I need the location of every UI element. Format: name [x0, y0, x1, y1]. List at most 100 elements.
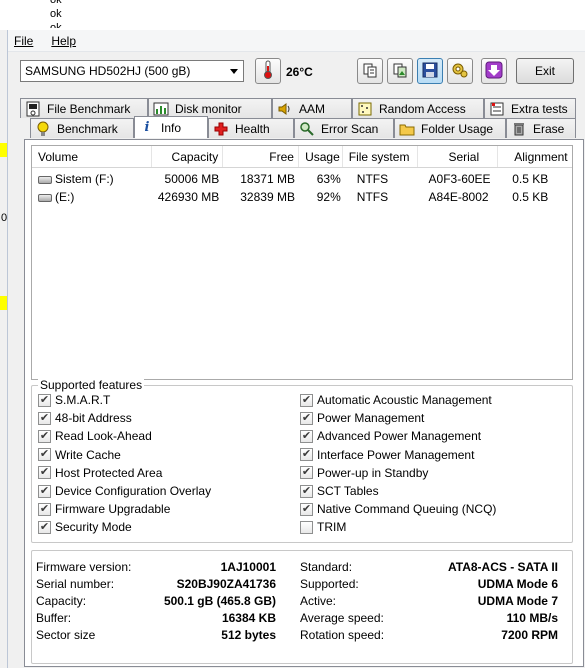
folder-icon	[399, 121, 415, 137]
options-button[interactable]	[447, 58, 473, 84]
feature-label: Write Cache	[55, 447, 121, 462]
checkbox-checked[interactable]: ✔	[300, 448, 313, 462]
feature-label: Read Look-Ahead	[55, 429, 152, 444]
volume-usage: 92%	[316, 190, 341, 204]
tab-label: Health	[235, 121, 270, 136]
download-button[interactable]	[481, 58, 507, 84]
info-panel: Volume Capacity Free Usage File system S…	[24, 139, 584, 667]
menu-help[interactable]: Help	[51, 34, 76, 48]
checkbox-checked[interactable]: ✔	[38, 393, 51, 407]
checkbox-checked[interactable]: ✔	[300, 429, 313, 443]
checkbox-unchecked[interactable]	[300, 520, 313, 534]
copy-image-icon	[392, 62, 408, 81]
checkbox-checked[interactable]: ✔	[38, 411, 51, 425]
buffer-value: 16384 KB	[221, 611, 276, 625]
lightbulb-icon	[35, 121, 51, 137]
highlight-marker	[0, 296, 7, 310]
tab-erase[interactable]: Erase	[506, 118, 576, 138]
drive-select[interactable]: SAMSUNG HD502HJ (500 gB)	[20, 60, 244, 82]
supported-value: UDMA Mode 6	[477, 577, 558, 591]
feature-item: ✔ Power Management	[300, 411, 424, 425]
drive-select-value: SAMSUNG HD502HJ (500 gB)	[25, 64, 191, 78]
volume-fs: NTFS	[356, 190, 389, 204]
checkbox-checked[interactable]: ✔	[38, 484, 51, 498]
feature-label: Automatic Acoustic Management	[317, 393, 492, 407]
column-free[interactable]: Free	[223, 146, 299, 167]
copy-icon	[362, 62, 378, 81]
supported-label: Supported:	[300, 577, 359, 591]
rotation-label: Rotation speed:	[300, 628, 385, 642]
active-value: UDMA Mode 7	[477, 594, 558, 608]
feature-label: S.M.A.R.T	[55, 393, 111, 407]
chevron-down-icon[interactable]	[230, 69, 238, 74]
trash-icon	[511, 121, 527, 137]
capacity-label: Capacity:	[36, 594, 87, 608]
volume-fs: NTFS	[356, 172, 389, 186]
volume-free: 18371 MB	[240, 172, 295, 186]
menu-bar: File Help	[8, 30, 585, 52]
feature-item: ✔ Firmware Upgradable	[38, 502, 170, 516]
checkbox-checked[interactable]: ✔	[300, 502, 313, 516]
serial-label: Serial number:	[36, 577, 115, 591]
copy-screenshot-button[interactable]	[387, 58, 413, 84]
checkbox-checked[interactable]: ✔	[300, 466, 313, 480]
save-button[interactable]	[417, 58, 443, 84]
feature-item: ✔ S.M.A.R.T	[38, 393, 110, 407]
table-row[interactable]: (E:) 426930 MB 32839 MB 92% NTFS A84E-80…	[32, 188, 572, 206]
supported-features-group: Supported features ✔ S.M.A.R.T ✔ 48-bit Add…	[31, 378, 573, 543]
copy-text-button[interactable]	[357, 58, 383, 84]
volume-serial: A0F3-60EE	[428, 172, 491, 186]
temperature-button[interactable]	[255, 58, 281, 84]
tab-file-benchmark[interactable]: File Benchmark	[20, 98, 148, 118]
feature-item: ✔ Device Configuration Overlay	[38, 484, 211, 498]
tab-health[interactable]: Health	[208, 118, 294, 138]
tab-disk-monitor[interactable]: Disk monitor	[148, 98, 272, 118]
tab-info[interactable]: i Info	[134, 116, 208, 138]
feature-label: Advanced Power Management	[317, 429, 482, 444]
background-text: ok	[50, 8, 62, 20]
sector-value: 512 bytes	[221, 628, 276, 642]
tab-benchmark[interactable]: Benchmark	[30, 118, 134, 138]
feature-item: ✔ Host Protected Area	[38, 466, 162, 480]
tab-extra-tests[interactable]: Extra tests	[484, 98, 576, 118]
column-capacity[interactable]: Capacity	[152, 146, 224, 167]
magnifier-icon	[299, 121, 315, 137]
column-alignment[interactable]: Alignment	[498, 146, 572, 167]
menu-file[interactable]: File	[14, 34, 33, 48]
column-usage[interactable]: Usage	[299, 146, 343, 167]
checkbox-checked[interactable]: ✔	[38, 429, 51, 443]
feature-label: Power Management	[317, 411, 425, 426]
extra-tests-icon	[489, 101, 505, 117]
highlight-marker	[0, 143, 7, 157]
feature-label: SCT Tables	[317, 484, 379, 498]
feature-label: Firmware Upgradable	[55, 502, 171, 517]
tab-random-access[interactable]: Random Access	[352, 98, 484, 118]
table-row[interactable]: Sistem (F:) 50006 MB 18371 MB 63% NTFS A…	[32, 170, 572, 188]
column-serial[interactable]: Serial	[418, 146, 499, 167]
floppy-disk-icon	[422, 62, 438, 81]
tab-error-scan[interactable]: Error Scan	[294, 118, 394, 138]
column-file-system[interactable]: File system	[343, 146, 419, 167]
tab-aam[interactable]: AAM	[272, 98, 352, 118]
tab-label: Error Scan	[321, 121, 379, 136]
checkbox-checked[interactable]: ✔	[300, 484, 313, 498]
volume-capacity: 50006 MB	[164, 172, 220, 186]
volume-usage: 63%	[316, 172, 341, 186]
avg-speed-label: Average speed:	[300, 611, 384, 625]
checkbox-checked[interactable]: ✔	[38, 448, 51, 462]
checkbox-checked[interactable]: ✔	[300, 411, 313, 425]
options-icon	[451, 61, 469, 82]
exit-button[interactable]: Exit	[516, 58, 574, 84]
drive-icon	[38, 193, 52, 202]
feature-item: ✔ SCT Tables	[300, 484, 379, 498]
feature-item: ✔ Native Command Queuing (NCQ)	[300, 502, 496, 516]
checkbox-checked[interactable]: ✔	[300, 393, 313, 407]
volume-name: Sistem (F:)	[55, 172, 114, 186]
tab-label: Folder Usage	[421, 121, 494, 136]
checkbox-checked[interactable]: ✔	[38, 466, 51, 480]
feature-label: Power-up in Standby	[317, 465, 429, 480]
checkbox-checked[interactable]: ✔	[38, 502, 51, 516]
checkbox-checked[interactable]: ✔	[38, 520, 51, 534]
tab-folder-usage[interactable]: Folder Usage	[394, 118, 506, 138]
column-volume[interactable]: Volume	[32, 146, 152, 167]
